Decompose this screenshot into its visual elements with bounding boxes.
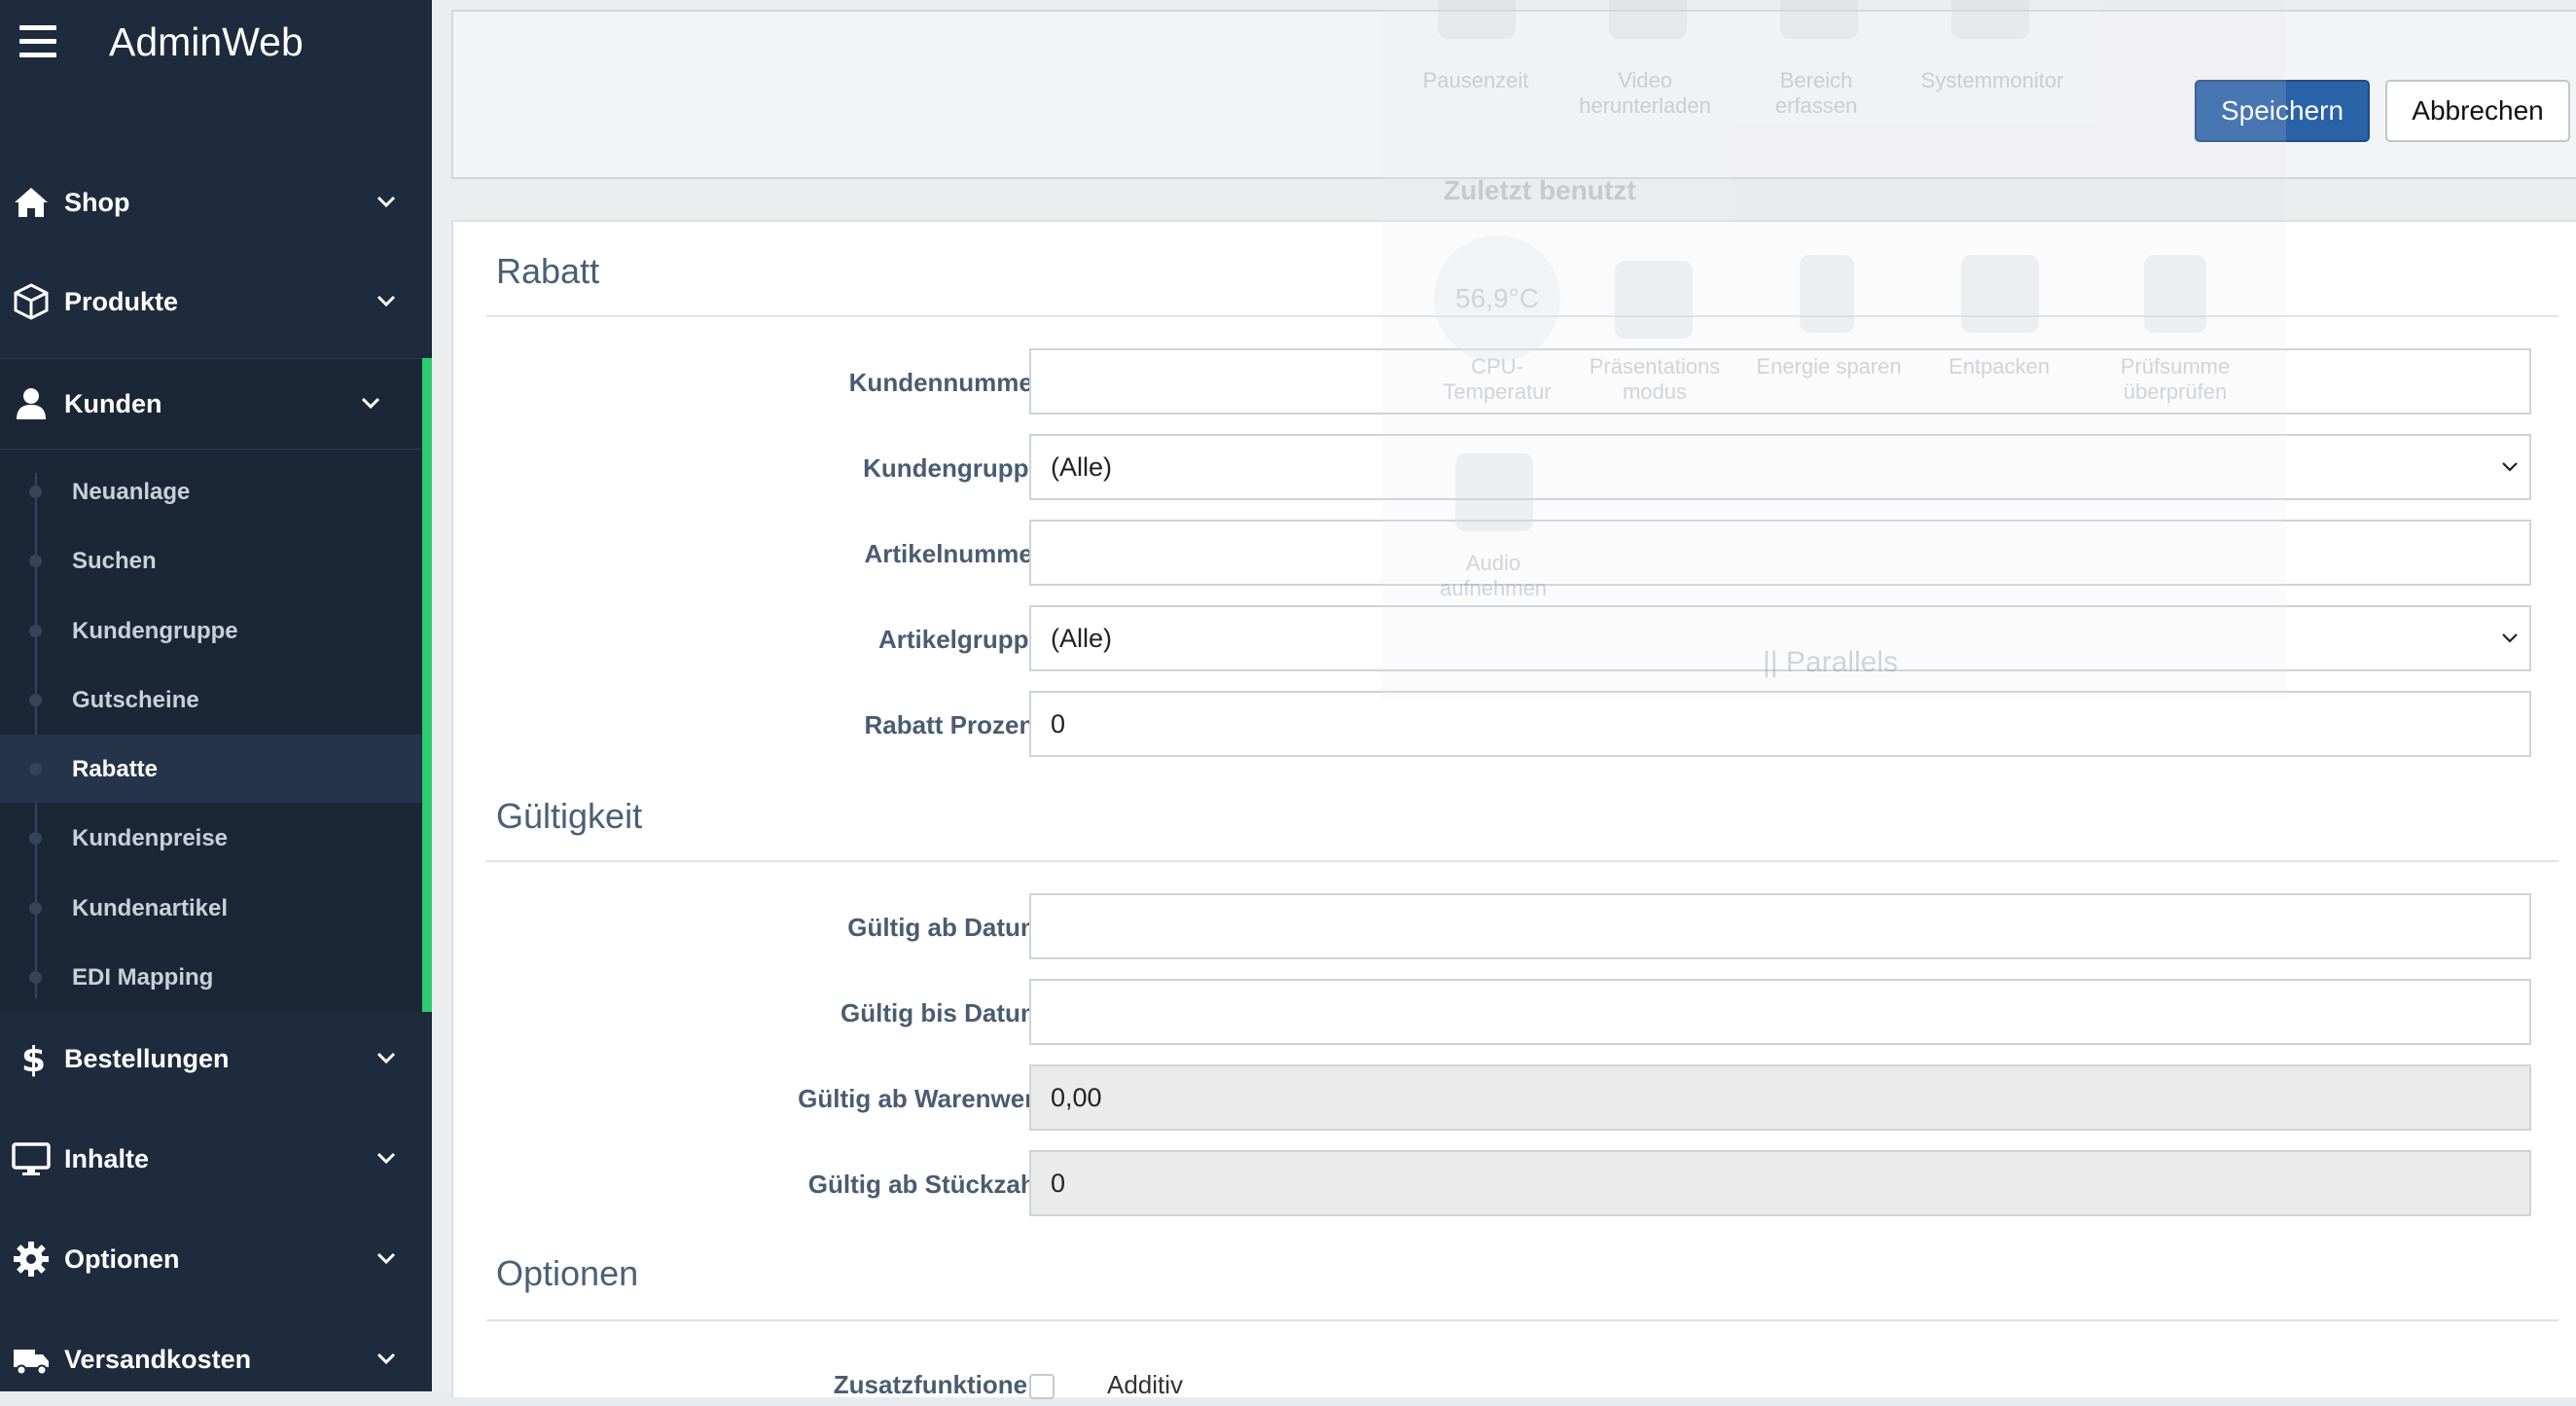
gueltig-bis-datum-input[interactable] [1029, 979, 2531, 1045]
sidebar-item-label: Produkte [64, 287, 179, 316]
gueltig-ab-datum-input[interactable] [1029, 893, 2531, 959]
field-label-zusatzfunktionen: Zusatzfunktionen [833, 1370, 1043, 1399]
truck-icon [14, 1350, 49, 1376]
rabatt-prozent-input[interactable]: 0 [1029, 691, 2531, 757]
cancel-button[interactable]: Abbrechen [2385, 80, 2570, 142]
kundennummer-input[interactable] [1029, 348, 2531, 415]
hamburger-menu-icon[interactable] [19, 25, 56, 58]
home-icon [15, 188, 48, 217]
box-icon [14, 283, 49, 320]
sidebar-subitem-kundengruppe[interactable]: Kundengruppe [0, 596, 422, 665]
sidebar-item-optionen[interactable]: Optionen [0, 1212, 432, 1306]
kundengruppe-value: (Alle) [1051, 452, 1113, 482]
sidebar-item-label: Kunden [64, 389, 162, 418]
artikelnummer-input[interactable] [1029, 520, 2531, 586]
bullet-icon [29, 832, 42, 845]
sidebar-subitem-suchen[interactable]: Suchen [0, 526, 422, 595]
sidebar-item-label: Versandkosten [64, 1345, 252, 1374]
chevron-down-icon [2502, 633, 2518, 643]
field-label-artikelnummer: Artikelnummer [864, 539, 1044, 568]
additiv-checkbox[interactable] [1029, 1374, 1055, 1399]
form-panel: Rabatt Kundennummer Kundengruppe (Alle) … [451, 220, 2576, 1399]
gueltig-ab-warenwert-input[interactable]: 0,00 [1029, 1064, 2531, 1131]
chevron-down-icon [376, 1252, 396, 1265]
sidebar-subitem-label: Gutscheine [72, 687, 199, 713]
field-label-gueltig-bis-datum: Gültig bis Datum [841, 998, 1043, 1027]
sidebar-group-kunden: Kunden Neuanlage Suchen Kundengruppe Gut… [0, 358, 432, 1012]
user-icon [17, 388, 46, 419]
chevron-down-icon [376, 1152, 396, 1165]
main-content: Speichern Abbrechen Rabatt Kundennummer … [432, 0, 2576, 1399]
action-toolbar: Speichern Abbrechen [451, 10, 2576, 179]
bullet-icon [29, 555, 42, 567]
field-label-gueltig-ab-warenwert: Gültig ab Warenwert [798, 1084, 1043, 1113]
field-label-gueltig-ab-stueckzahl: Gültig ab Stückzahl [807, 1170, 1043, 1199]
sidebar-subitem-label: Kundenartikel [72, 895, 229, 921]
sidebar-subitem-label: EDI Mapping [72, 964, 214, 991]
dollar-icon: $ [21, 1040, 46, 1078]
bullet-icon [29, 625, 42, 637]
field-label-rabatt-prozent: Rabatt Prozent [864, 710, 1043, 739]
section-title-gueltigkeit: Gültigkeit [496, 796, 643, 836]
sidebar-subitem-label: Kundengruppe [72, 618, 238, 644]
gueltig-ab-stueckzahl-input[interactable]: 0 [1029, 1150, 2531, 1216]
sidebar-subitem-kundenpreise[interactable]: Kundenpreise [0, 804, 422, 872]
artikelgruppe-value: (Alle) [1051, 624, 1113, 653]
sidebar-item-label: Inhalte [64, 1144, 150, 1173]
sidebar-item-bestellungen[interactable]: $ Bestellungen [0, 1012, 432, 1105]
field-label-gueltig-ab-datum: Gültig ab Datum [847, 913, 1043, 942]
sidebar-subitem-label: Kundenpreise [72, 825, 229, 851]
sidebar-subitem-neuanlage[interactable]: Neuanlage [0, 457, 422, 525]
additiv-checkbox-label: Additiv [1107, 1370, 1184, 1399]
field-label-kundennummer: Kundennummer [848, 368, 1043, 397]
monitor-icon [12, 1142, 51, 1175]
sidebar-item-label: Shop [64, 188, 130, 217]
chevron-down-icon [376, 1352, 396, 1365]
bullet-icon [29, 486, 42, 498]
chevron-down-icon [376, 295, 396, 307]
sidebar-subitem-edi-mapping[interactable]: EDI Mapping [0, 943, 422, 1011]
sidebar: AdminWeb Shop Produkte Kunden Neuanlage … [0, 0, 432, 1391]
chevron-down-icon [361, 397, 380, 410]
app-title: AdminWeb [109, 19, 304, 64]
sidebar-item-shop[interactable]: Shop [0, 156, 432, 249]
bullet-icon [29, 971, 42, 984]
bullet-icon [29, 902, 42, 915]
sidebar-item-label: Optionen [64, 1244, 180, 1274]
field-label-kundengruppe: Kundengruppe [863, 453, 1043, 483]
section-title-optionen: Optionen [496, 1253, 639, 1293]
gear-icon [14, 1242, 49, 1277]
sidebar-subitem-label: Rabatte [72, 756, 159, 782]
section-divider [486, 860, 2558, 862]
sidebar-subitem-kundenartikel[interactable]: Kundenartikel [0, 874, 422, 942]
sidebar-subitem-label: Neuanlage [72, 479, 191, 505]
bullet-icon [29, 694, 42, 706]
sidebar-subitem-rabatte[interactable]: Rabatte [0, 735, 422, 803]
svg-text:$: $ [21, 1040, 46, 1078]
artikelgruppe-select[interactable]: (Alle) [1029, 605, 2531, 671]
section-divider [486, 1319, 2558, 1321]
sidebar-item-kunden[interactable]: Kunden [0, 358, 422, 450]
sidebar-item-label: Bestellungen [64, 1044, 230, 1073]
sidebar-item-produkte[interactable]: Produkte [0, 255, 432, 348]
section-title-rabatt: Rabatt [496, 251, 600, 291]
field-label-artikelgruppe: Artikelgruppe [877, 625, 1043, 654]
sidebar-subitem-label: Suchen [72, 548, 157, 574]
sidebar-item-inhalte[interactable]: Inhalte [0, 1112, 432, 1206]
section-divider [486, 315, 2558, 317]
sidebar-subitem-gutscheine[interactable]: Gutscheine [0, 666, 422, 734]
chevron-down-icon [376, 196, 396, 208]
chevron-down-icon [2502, 462, 2518, 472]
bullet-icon [29, 763, 42, 775]
kundengruppe-select[interactable]: (Alle) [1029, 434, 2531, 500]
save-button[interactable]: Speichern [2195, 80, 2370, 142]
chevron-down-icon [376, 1052, 396, 1064]
sidebar-item-versandkosten[interactable]: Versandkosten [0, 1313, 432, 1406]
brand-bar: AdminWeb [0, 0, 432, 86]
